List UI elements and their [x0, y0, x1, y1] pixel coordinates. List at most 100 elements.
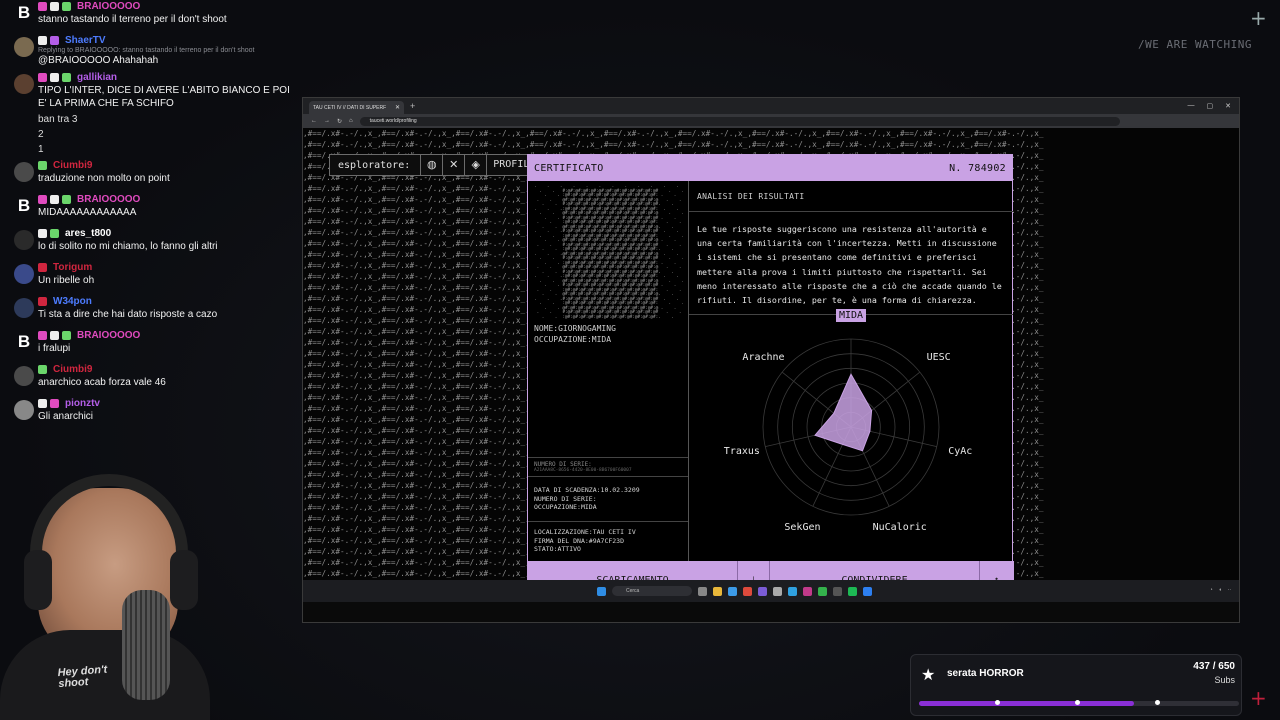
corner-plus-icon: + — [1250, 686, 1267, 710]
chat-username[interactable]: Ciumbi9 — [53, 364, 92, 375]
chat-username[interactable]: ShaerTV — [65, 35, 106, 46]
chat-message: ares_t800 lo di solito no mi chiamo, lo … — [10, 227, 300, 257]
chat-text: Ti sta a dire che hai dato risposte a ca… — [38, 309, 218, 320]
app-icon[interactable] — [803, 586, 812, 596]
chat-username[interactable]: Ciumbi9 — [53, 160, 92, 171]
reload-icon[interactable]: ↻ — [337, 118, 342, 125]
chat-username[interactable]: BRAIOOOOO — [77, 330, 140, 341]
analysis-title: ANALISI DEI RISULTATI — [689, 181, 1013, 212]
radar-axis-label: MIDA — [836, 308, 867, 322]
close-icon[interactable]: ✕ — [395, 104, 400, 111]
chat-text: ban tra 3 — [38, 114, 78, 125]
reply-context: Replying to BRAIOOOOO: stanno tastando i… — [38, 47, 255, 54]
chat-username[interactable]: BRAIOOOOO — [77, 194, 140, 205]
chat-text: i fralupi — [38, 343, 71, 354]
chat-username[interactable]: Torigum — [53, 262, 92, 273]
app-icon[interactable] — [863, 586, 872, 596]
identity-block: NOME:GIORNOGAMING OCCUPAZIONE:MIDA — [534, 323, 616, 345]
app-icon[interactable] — [788, 586, 797, 596]
ascii-portrait: . . . . . . . . . . . . . . #:@#:@#:@#:@… — [534, 185, 683, 319]
details-block: DATA DI SCADENZA:10.02.3209 NUMERO DI SE… — [534, 486, 640, 512]
subs-goal-title: serata HORROR — [947, 668, 1024, 679]
app-icon[interactable] — [818, 586, 827, 596]
sub-badge-icon — [50, 36, 59, 45]
globe-icon[interactable]: ◍ — [420, 155, 442, 175]
new-tab-icon[interactable]: + — [410, 101, 415, 111]
store-icon[interactable] — [773, 586, 782, 596]
cross-icon[interactable]: ✕ — [442, 155, 464, 175]
chrome-icon[interactable] — [743, 586, 752, 596]
channel-logo-icon: B — [17, 332, 31, 351]
discord-icon[interactable] — [758, 586, 767, 596]
edge-icon[interactable] — [728, 586, 737, 596]
home-icon[interactable]: ⌂ — [349, 118, 353, 124]
chat-username[interactable]: pionztv — [65, 398, 100, 409]
serial-field: NUMERO DI SERIE: — [534, 494, 597, 503]
close-icon[interactable]: ✕ — [1225, 102, 1231, 110]
browser-tab[interactable]: TAU CETI IV // DATI DI SUPERF ✕ — [309, 101, 404, 114]
chat-message: B BRAIOOOOO stanno tastando il terreno p… — [10, 0, 300, 30]
wifi-icon[interactable]: ◔ — [1210, 587, 1213, 593]
dna-field: FIRMA DEL DNA:#9A7CF23D — [534, 536, 625, 545]
radar-svg — [762, 338, 940, 516]
chat-message: B BRAIOOOOO MIDAAAAAAAAAAAA — [10, 193, 300, 223]
certificate-number: N. 784902 — [949, 162, 1006, 174]
minimize-icon[interactable]: — — [1188, 102, 1195, 110]
certificate-title: CERTIFICATO — [534, 162, 604, 174]
chat-message: B BRAIOOOOO i fralupi — [10, 329, 300, 359]
chat-username[interactable]: BRAIOOOOO — [77, 1, 140, 12]
chat-text: stanno tastando il terreno per il don't … — [38, 14, 227, 25]
forward-icon[interactable]: → — [324, 118, 330, 124]
avatar — [14, 230, 34, 250]
name-field: NOME:GIORNOGAMING — [534, 324, 616, 333]
headphone-ear — [170, 550, 198, 610]
star-icon: ★ — [921, 667, 936, 684]
sub-badge-icon — [62, 2, 71, 11]
serial-value: A21AAA8C-8656-4420-8E00-8B6700F60007 — [534, 468, 632, 473]
volume-icon[interactable]: ◖ — [1219, 587, 1222, 593]
chat-username[interactable]: ares_t800 — [65, 228, 111, 239]
taskview-icon[interactable] — [698, 586, 707, 596]
avatar — [14, 74, 34, 94]
subs-goal-widget: ★ serata HORROR 437 / 650 Subs — [910, 654, 1242, 716]
chat-text: TIPO L'INTER, DICE DI AVERE L'ABITO BIAN… — [38, 85, 290, 109]
heart-badge-icon — [38, 73, 47, 82]
chat-username[interactable]: gallikian — [77, 72, 117, 83]
certificate-header: CERTIFICATO N. 784902 — [528, 155, 1012, 181]
watermark-text: /WE ARE WATCHING — [1138, 38, 1252, 51]
diamond-icon[interactable]: ◈ — [464, 155, 486, 175]
headphone-icon — [30, 474, 188, 584]
occupation-field: OCCUPAZIONE:MIDA — [534, 503, 597, 512]
chat-message: Ciumbi9 traduzione non molto on point — [10, 159, 300, 189]
chat-username[interactable]: W34pon — [53, 296, 92, 307]
avatar — [14, 400, 34, 420]
radar-axis-label: CyAc — [948, 446, 973, 458]
avatar — [14, 298, 34, 318]
avatar — [14, 162, 34, 182]
folder-icon[interactable] — [713, 586, 722, 596]
chat-message: ShaerTV Replying to BRAIOOOOO: stanno ta… — [10, 34, 300, 67]
certificate-identity-column: . . . . . . . . . . . . . . #:@#:@#:@#:@… — [528, 181, 689, 561]
chat-text: anarchico acab forza vale 46 — [38, 377, 166, 388]
avatar — [14, 264, 34, 284]
start-icon[interactable] — [597, 586, 606, 596]
taskbar-search[interactable]: Cerca — [612, 586, 692, 596]
os-taskbar: Cerca ◔ ◖ ·· — [303, 580, 1239, 602]
subs-unit: Subs — [1214, 675, 1235, 685]
milestone-dot — [995, 700, 1000, 705]
spotify-icon[interactable] — [848, 586, 857, 596]
back-icon[interactable]: ← — [311, 118, 317, 124]
heart-badge-icon — [38, 2, 47, 11]
app-icon[interactable] — [833, 586, 842, 596]
maximize-icon[interactable]: ▢ — [1207, 102, 1214, 110]
chat-message: W34pon Ti sta a dire che hai dato rispos… — [10, 295, 300, 325]
analysis-text: Le tue risposte suggeriscono una resiste… — [689, 212, 1013, 315]
stream-root: /WE ARE WATCHING + + B BRAIOOOOO stanno … — [0, 0, 1280, 720]
certificate-panel: CERTIFICATO N. 784902 . . . . . . . . . … — [527, 154, 1014, 599]
heart-badge-icon — [38, 195, 47, 204]
chat-message: gallikian TIPO L'INTER, DICE DI AVERE L'… — [10, 71, 300, 110]
address-bar[interactable]: tauceti.world/profiling — [359, 116, 1120, 126]
corner-plus-icon: + — [1250, 6, 1267, 30]
microphone-icon — [122, 590, 170, 700]
location-block: LOCALIZZAZIONE:TAU CETI IV FIRMA DEL DNA… — [528, 521, 688, 554]
